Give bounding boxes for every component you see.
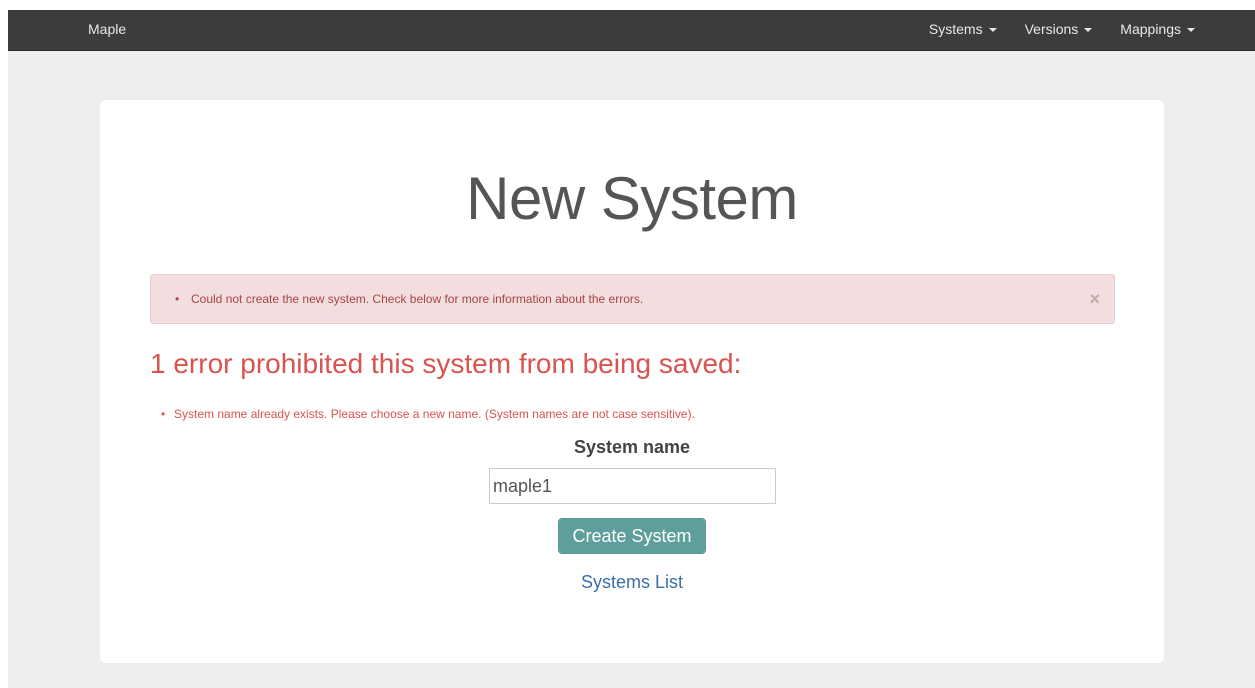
nav-menu-mappings[interactable]: Mappings [1120, 10, 1195, 48]
nav-menus: Systems Versions Mappings [901, 10, 1195, 48]
brand-link[interactable]: Maple [88, 10, 126, 48]
error-summary-heading: 1 error prohibited this system from bein… [150, 348, 742, 379]
nav-menu-versions[interactable]: Versions [1025, 10, 1093, 48]
nav-menu-systems[interactable]: Systems [929, 10, 997, 48]
error-list-item: System name already exists. Please choos… [161, 407, 695, 421]
caret-down-icon [1187, 28, 1195, 32]
alert-message: Could not create the new system. Check b… [175, 275, 643, 323]
close-icon[interactable]: × [1089, 275, 1100, 323]
nav-menu-label: Systems [928, 21, 983, 37]
create-system-button[interactable]: Create System [558, 518, 706, 554]
systems-list-link[interactable]: Systems List [100, 572, 1164, 593]
top-navbar: Maple Systems Versions Mappings [8, 10, 1255, 51]
caret-down-icon [988, 28, 997, 32]
nav-menu-label: Versions [1024, 21, 1079, 37]
system-name-input[interactable] [489, 468, 776, 504]
caret-down-icon [1084, 28, 1093, 32]
system-name-label: System name [573, 437, 691, 457]
main-card: New System Could not create the new syst… [100, 100, 1164, 663]
nav-menu-label: Mappings [1120, 21, 1181, 37]
error-alert: Could not create the new system. Check b… [150, 274, 1115, 324]
page-title: New System [466, 165, 798, 232]
